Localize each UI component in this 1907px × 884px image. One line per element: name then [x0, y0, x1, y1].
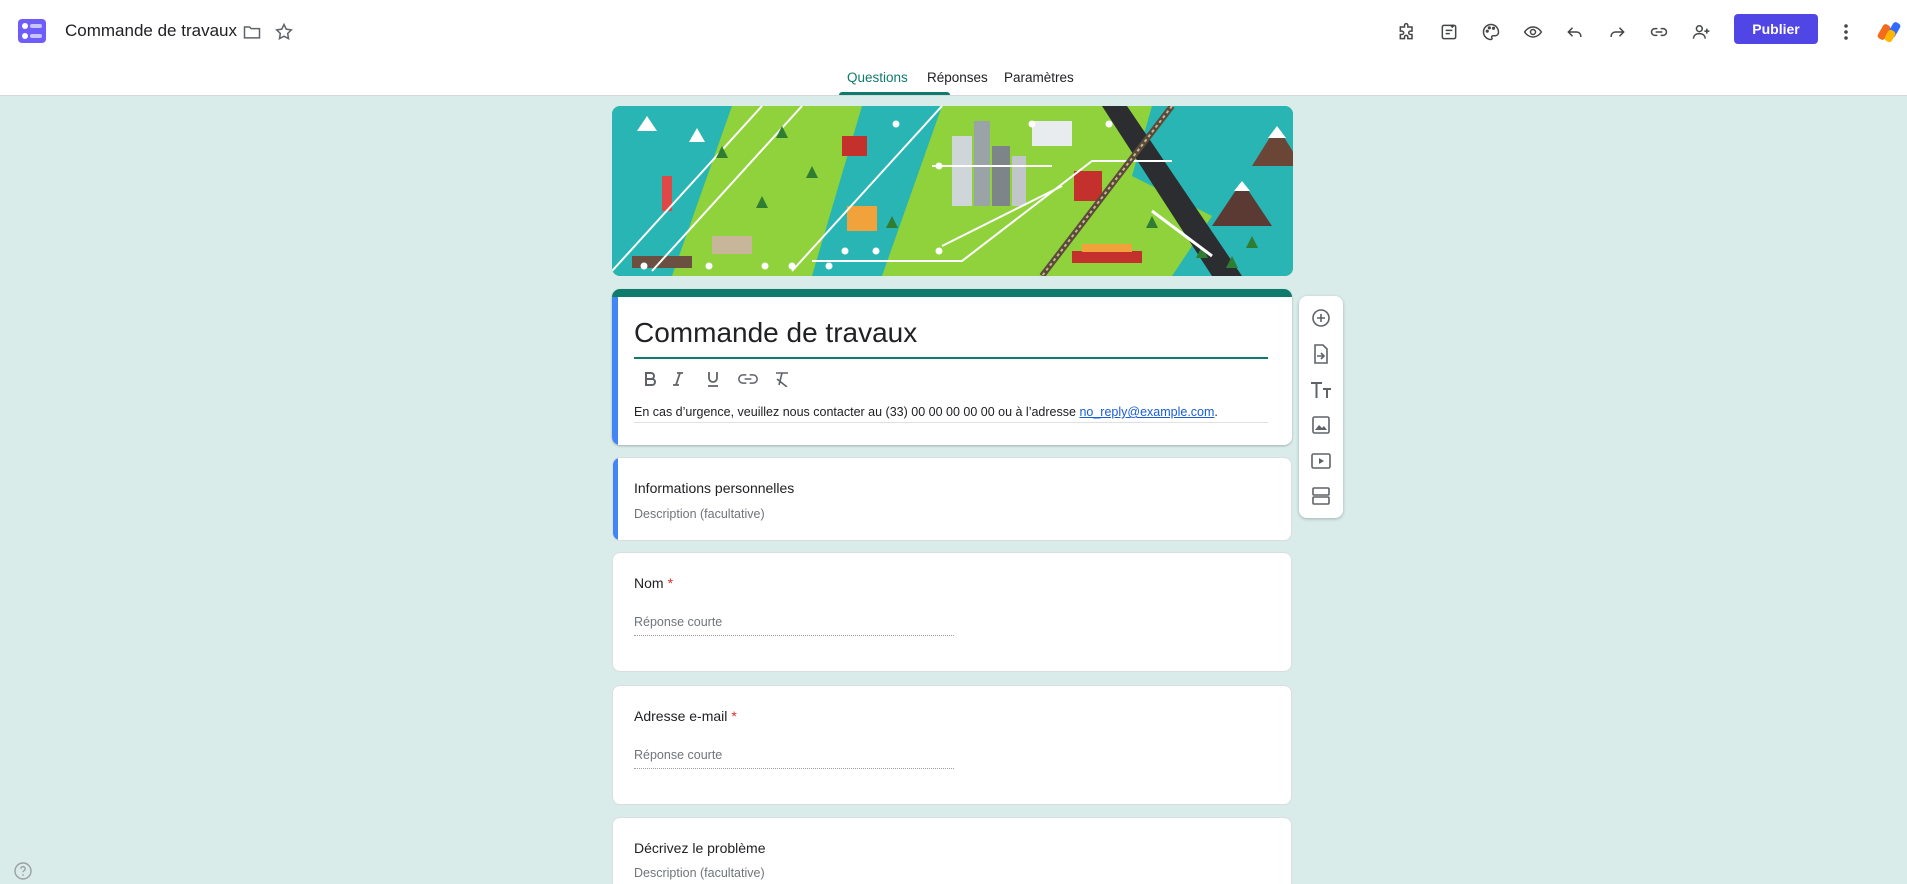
title-input-underline — [634, 357, 1268, 359]
underline-icon[interactable] — [700, 366, 726, 392]
answer-placeholder: Réponse courte — [634, 748, 723, 762]
tab-responses[interactable]: Réponses — [927, 70, 988, 85]
form-title-card: Commande de travaux En cas d’urgence, ve… — [612, 289, 1292, 445]
folder-icon[interactable] — [240, 20, 264, 44]
answer-underline — [634, 768, 954, 769]
section-description-placeholder[interactable]: Description (facultative) — [634, 507, 765, 521]
add-section-icon[interactable] — [1307, 482, 1335, 510]
add-question-icon[interactable] — [1307, 304, 1335, 332]
question-title: Nom * — [634, 575, 673, 591]
clear-format-icon[interactable] — [769, 366, 795, 392]
forms-logo[interactable] — [16, 15, 48, 47]
floating-toolbar — [1299, 296, 1343, 518]
section-title[interactable]: Informations personnelles — [634, 480, 794, 496]
contact-email-link[interactable]: no_reply@example.com — [1079, 405, 1214, 419]
question-card-email[interactable]: Adresse e-mail * Réponse courte — [612, 685, 1292, 805]
preview-eye-icon[interactable] — [1518, 17, 1548, 47]
required-asterisk: * — [731, 708, 737, 724]
tab-questions[interactable]: Questions — [847, 70, 908, 85]
required-asterisk: * — [667, 575, 674, 591]
active-tab-indicator — [839, 92, 950, 95]
section-card[interactable]: Informations personnelles Description (f… — [612, 457, 1292, 541]
tab-bar: Questions Réponses Paramètres — [0, 62, 1907, 96]
add-collaborator-icon[interactable] — [1686, 17, 1716, 47]
answer-placeholder: Réponse courte — [634, 615, 723, 629]
answer-underline — [634, 635, 954, 636]
undo-icon[interactable] — [1560, 17, 1590, 47]
description-underline — [634, 422, 1268, 423]
question-card-name[interactable]: Nom * Réponse courte — [612, 552, 1292, 672]
publish-button[interactable]: Publier — [1734, 14, 1818, 44]
top-bar: Commande de travaux Publier Questions Ré… — [0, 0, 1907, 96]
addons-icon[interactable] — [1392, 17, 1422, 47]
link-icon[interactable] — [1644, 17, 1674, 47]
template-icon[interactable] — [1434, 17, 1464, 47]
question-title[interactable]: Décrivez le problème — [634, 840, 766, 856]
palette-icon[interactable] — [1476, 17, 1506, 47]
description-text: En cas d’urgence, veuillez nous contacte… — [634, 405, 1080, 419]
description-placeholder[interactable]: Description (facultative) — [634, 866, 765, 880]
more-vert-icon[interactable] — [1834, 17, 1858, 47]
section-indicator — [613, 458, 618, 540]
form-title-input[interactable]: Commande de travaux — [634, 317, 917, 349]
active-card-indicator — [612, 297, 618, 445]
tab-settings[interactable]: Paramètres — [1004, 70, 1074, 85]
add-title-icon[interactable] — [1307, 376, 1335, 404]
question-title: Adresse e-mail * — [634, 708, 737, 724]
form-description[interactable]: En cas d’urgence, veuillez nous contacte… — [634, 405, 1218, 419]
redo-icon[interactable] — [1602, 17, 1632, 47]
italic-icon[interactable] — [665, 366, 691, 392]
link-icon[interactable] — [735, 366, 761, 392]
description-suffix: . — [1214, 405, 1218, 419]
brand-logo[interactable] — [1876, 18, 1904, 46]
add-video-icon[interactable] — [1307, 447, 1335, 475]
question-title-text: Nom — [634, 575, 664, 591]
theme-color-strip — [612, 289, 1292, 297]
bold-icon[interactable] — [637, 366, 663, 392]
star-icon[interactable] — [272, 20, 296, 44]
help-icon[interactable] — [13, 861, 33, 881]
add-image-icon[interactable] — [1307, 411, 1335, 439]
question-title-text: Adresse e-mail — [634, 708, 728, 724]
question-card-problem[interactable]: Décrivez le problème Description (facult… — [612, 817, 1292, 884]
import-questions-icon[interactable] — [1307, 340, 1335, 368]
form-header-image — [612, 106, 1293, 276]
document-title[interactable]: Commande de travaux — [65, 21, 237, 41]
